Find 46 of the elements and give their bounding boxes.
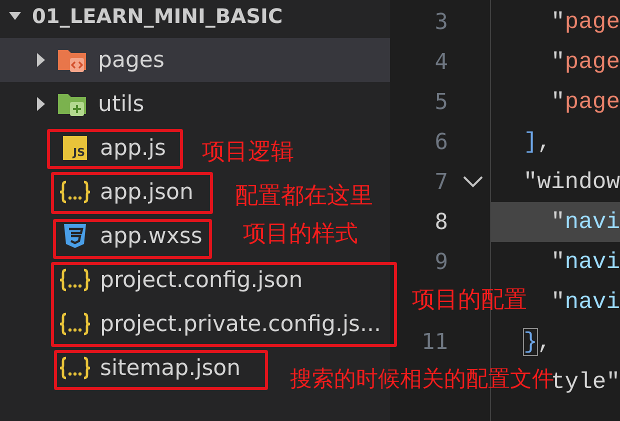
braces-icon [58, 354, 92, 382]
fold-chevron-icon[interactable] [462, 175, 484, 189]
file-name[interactable]: project.config.json [100, 268, 303, 292]
code-token: navi [564, 249, 620, 275]
code-token: page [564, 9, 620, 35]
annotation-text: 搜索的时候相关的配置文件 [290, 366, 554, 392]
code-token: " [550, 249, 565, 275]
code-token: " [550, 209, 565, 235]
code-token: navi [564, 289, 620, 315]
line-number: 7 [434, 170, 448, 194]
line-number: 5 [434, 90, 448, 114]
file-name[interactable]: sitemap.json [100, 356, 241, 380]
file-name[interactable]: app.wxss [100, 224, 202, 248]
code-token: page [564, 49, 620, 75]
line-number: 6 [434, 130, 448, 154]
braces-icon [58, 178, 92, 206]
code-token: } [524, 329, 538, 355]
code-token: ] [524, 129, 538, 155]
code-token: "window [523, 169, 620, 195]
selected-row[interactable]: pages [0, 38, 390, 82]
file-name[interactable]: app.js [100, 136, 166, 160]
code-token: " [550, 49, 565, 75]
project-title[interactable]: 01_LEARN_MINI_BASIC [32, 4, 283, 28]
braces-icon [58, 266, 92, 294]
folder-name[interactable]: utils [98, 92, 144, 116]
line-number: 8 [434, 210, 448, 234]
line-number: 4 [434, 50, 448, 74]
code-token: navi [564, 209, 620, 235]
line-number: 9 [434, 250, 448, 274]
code-token: " [550, 289, 565, 315]
js-file-icon: JS [63, 136, 87, 160]
annotation-text: 项目的配置 [412, 286, 527, 315]
braces-icon [58, 310, 92, 338]
code-token: " [550, 9, 565, 35]
folder-name[interactable]: pages [98, 48, 164, 72]
code-token: page [564, 89, 620, 115]
code-token: " [550, 89, 565, 115]
code-token: , [537, 329, 552, 355]
line-number: 11 [422, 330, 448, 354]
file-name[interactable]: project.private.config.js... [100, 312, 381, 336]
annotation-text: 配置都在这里 [235, 182, 373, 211]
code-token: , [537, 129, 552, 155]
file-name[interactable]: app.json [100, 180, 194, 204]
annotation-text: 项目的样式 [243, 220, 358, 249]
annotation-text: 项目逻辑 [202, 138, 294, 167]
line-number: 3 [434, 10, 448, 34]
